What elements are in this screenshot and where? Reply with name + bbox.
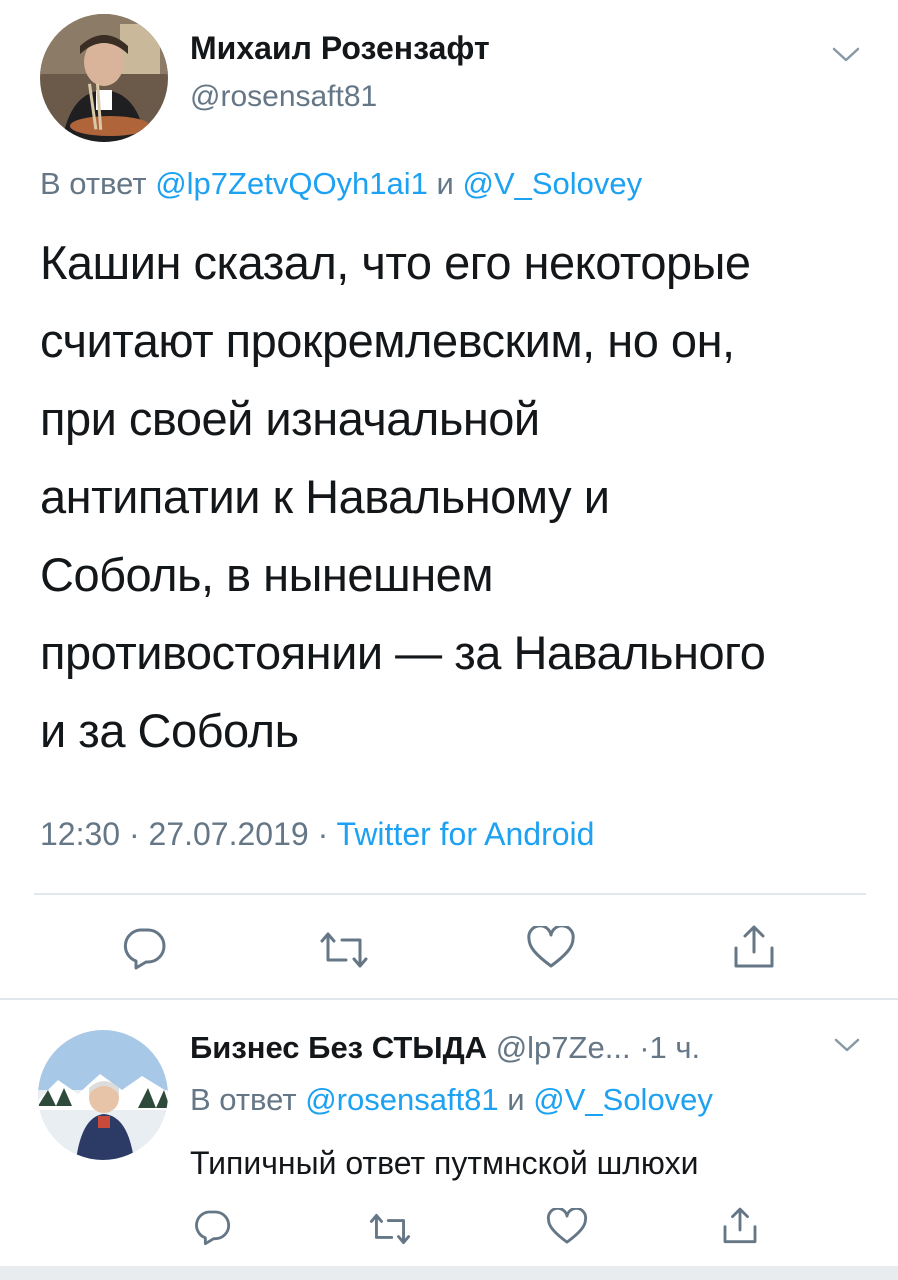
divider [34,893,866,895]
tweet-time: 12:30 [40,816,121,852]
tweet-text-line: противостоянии — за Навального [40,626,766,679]
tweet-meta: 12:30 · 27.07.2019 · Twitter for Android [40,816,594,853]
author-name[interactable]: Михаил Розензафт [190,30,490,67]
bottom-edge [0,1266,898,1280]
reply-author-name[interactable]: Бизнес Без СТЫДА [190,1030,487,1065]
tweet-text: Кашин сказал, что его некоторые считают … [40,224,880,770]
reply-prefix: В ответ [40,166,147,201]
retweet-icon[interactable] [318,930,370,970]
like-icon[interactable] [546,1208,588,1246]
retweet-icon[interactable] [368,1212,412,1246]
reply-joiner: и [436,166,454,201]
tweet-text-line: антипатии к Навальному и [40,470,610,523]
meta-separator: · [128,816,140,852]
reply-author-handle[interactable]: @lp7Ze... [496,1030,631,1065]
tweet-text-line: Кашин сказал, что его некоторые [40,236,751,289]
reply-icon[interactable] [192,1208,232,1246]
reply-user-link[interactable]: @lp7ZetvQOyh1ai1 [155,166,428,201]
divider [0,998,898,1000]
reply-user-link[interactable]: @V_Solovey [462,166,642,201]
reply-icon[interactable] [120,926,168,970]
author-avatar[interactable] [40,14,168,142]
reply-author-avatar[interactable] [38,1030,168,1160]
reply-age: ·1 ч. [639,1030,701,1065]
share-icon[interactable] [730,922,778,970]
tweet-date: 27.07.2019 [148,816,309,852]
reply-joiner: и [507,1082,525,1117]
chevron-down-icon[interactable] [830,45,862,65]
like-icon[interactable] [526,926,576,970]
tweet-text-line: Соболь, в нынешнем [40,548,494,601]
tweet-client-link[interactable]: Twitter for Android [337,816,595,852]
author-handle[interactable]: @rosensaft81 [190,80,377,114]
reply-context: В ответ @lp7ZetvQOyh1ai1 и @V_Solovey [40,166,642,202]
reply-text: Типичный ответ путмнской шлюхи [190,1145,699,1181]
reply-user-link[interactable]: @V_Solovey [533,1082,713,1117]
share-icon[interactable] [720,1204,760,1246]
reply-header: Бизнес Без СТЫДА @lp7Ze... ·1 ч. [190,1030,700,1066]
chevron-down-icon[interactable] [832,1036,862,1054]
reply-context: В ответ @rosensaft81 и @V_Solovey [190,1082,713,1118]
tweet-text-line: считают прокремлевским, но он, [40,314,735,367]
tweet-text-line: при своей изначальной [40,392,540,445]
reply-prefix: В ответ [190,1082,297,1117]
reply-user-link[interactable]: @rosensaft81 [305,1082,498,1117]
meta-separator: · [317,816,329,852]
tweet-text-line: и за Соболь [40,704,299,757]
